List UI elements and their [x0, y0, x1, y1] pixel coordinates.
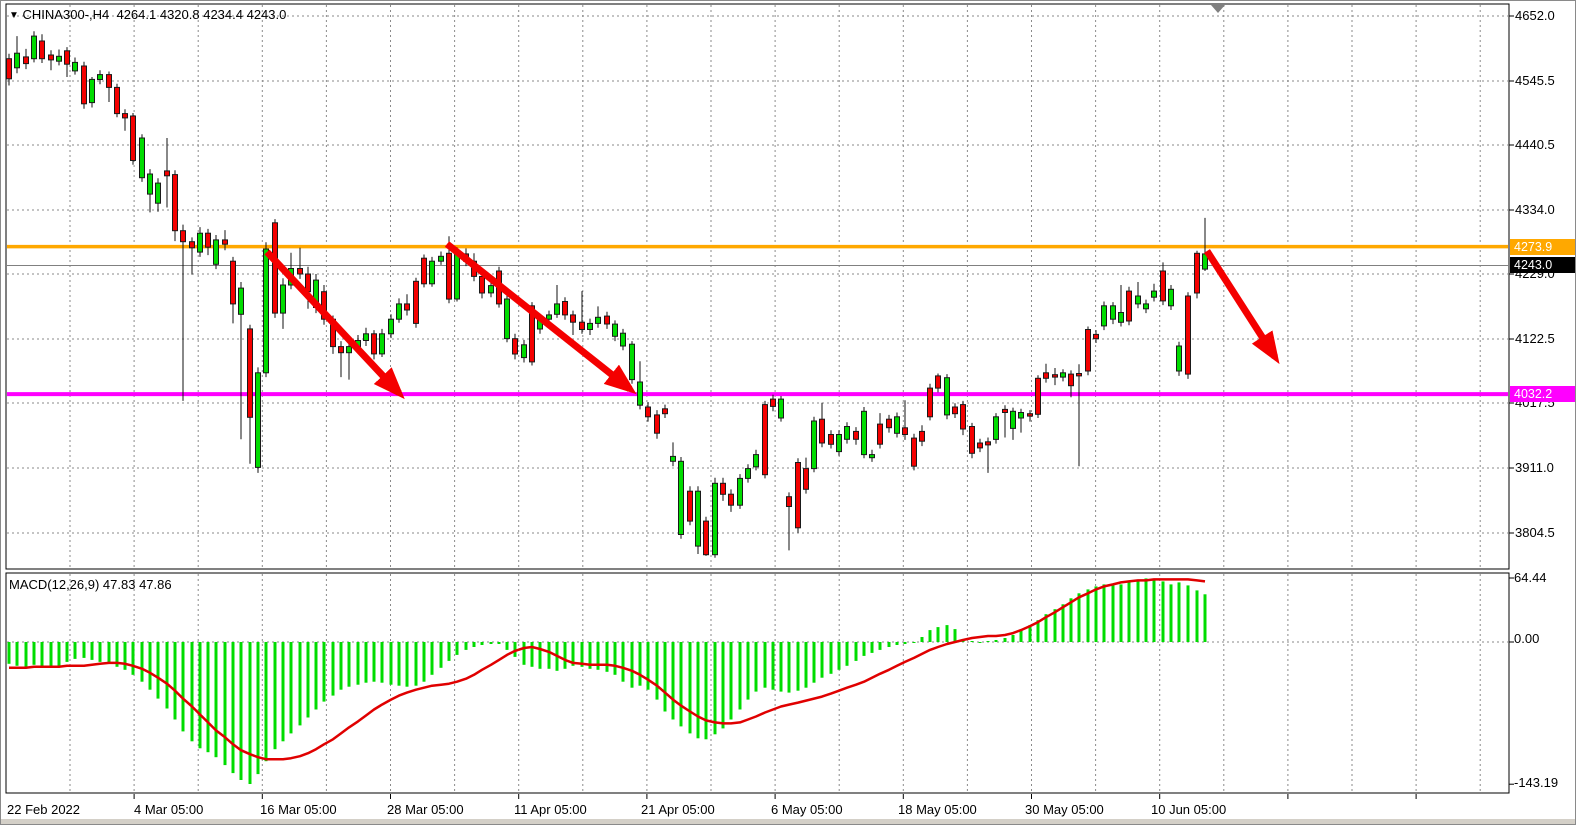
chart-title-ohlc: 4264.1 4320.8 4234.4 4243.0 [116, 7, 286, 22]
chart-window: ▼ CHINA300-,H4 4264.1 4320.8 4234.4 4243… [0, 0, 1576, 825]
time-tick-label: 10 Jun 05:00 [1151, 802, 1226, 817]
price-tick-label: 3911.0 [1515, 460, 1575, 476]
price-tick-label: 3804.5 [1515, 525, 1575, 541]
chevron-down-icon: ▼ [9, 10, 19, 21]
price-tick-label: 4545.5 [1515, 73, 1575, 89]
time-tick-label: 28 Mar 05:00 [387, 802, 464, 817]
status-strip [1, 819, 1576, 825]
chart-title: ▼ CHINA300-,H4 4264.1 4320.8 4234.4 4243… [9, 7, 286, 22]
time-tick-label: 16 Mar 05:00 [260, 802, 337, 817]
price-tick-label: 4440.5 [1515, 137, 1575, 153]
time-tick-label: 4 Mar 05:00 [134, 802, 203, 817]
time-tick-label: 18 May 05:00 [898, 802, 977, 817]
macd-axis-zero: 0.00 [1514, 631, 1576, 647]
price-tick-label: 4652.0 [1515, 8, 1575, 24]
price-tick-label: 4122.5 [1515, 331, 1575, 347]
macd-axis-min: -143.19 [1514, 775, 1576, 791]
time-tick-label: 11 Apr 05:00 [514, 802, 587, 817]
chart-canvas[interactable] [1, 1, 1576, 825]
time-tick-label: 6 May 05:00 [771, 802, 843, 817]
macd-indicator-label: MACD(12,26,9) 47.83 47.86 [9, 577, 172, 592]
time-tick-label: 22 Feb 2022 [7, 802, 80, 817]
chart-title-symbol: CHINA300-,H4 4264.1 4320.8 4234.4 4243.0 [19, 7, 286, 22]
price-badge: 4243.0 [1510, 257, 1576, 273]
time-tick-label: 21 Apr 05:00 [641, 802, 715, 817]
price-tick-label: 4334.0 [1515, 202, 1575, 218]
price-badge: 4032.2 [1510, 386, 1576, 402]
macd-axis-max: 64.44 [1514, 570, 1576, 586]
time-tick-label: 30 May 05:00 [1025, 802, 1104, 817]
price-badge: 4273.9 [1510, 239, 1576, 255]
